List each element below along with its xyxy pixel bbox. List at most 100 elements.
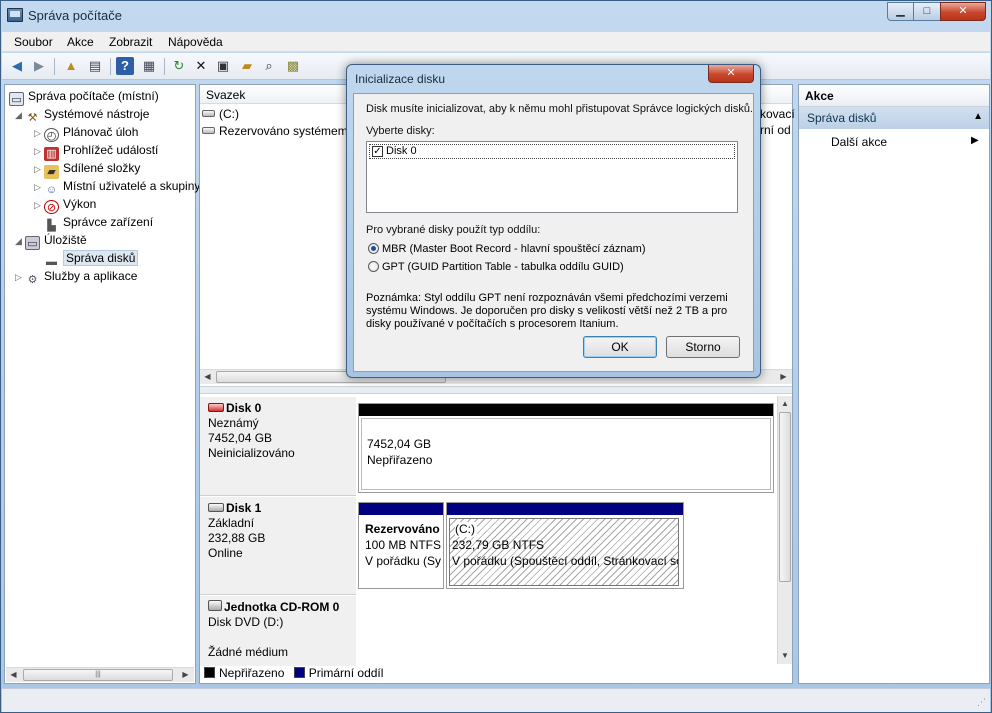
partition-name: Rezervováno (365, 522, 440, 536)
mbr-radio[interactable] (368, 243, 379, 254)
unallocated-region[interactable]: 7452,04 GB Nepřiřazeno (361, 418, 771, 490)
dialog-close-button[interactable]: ✕ (708, 65, 754, 83)
mbr-label: MBR (Master Boot Record - hlavní spouště… (382, 243, 646, 255)
volume-row[interactable]: (C:) (202, 106, 239, 122)
submenu-arrow-icon[interactable]: ▶ (971, 135, 979, 146)
clock-icon: ◴ (44, 128, 59, 142)
open-folder-icon[interactable]: ▰ (238, 57, 256, 75)
export-list-icon[interactable]: ▩ (284, 57, 302, 75)
scrollbar-thumb[interactable]: ||| (23, 669, 173, 681)
menu-help[interactable]: Nápověda (168, 35, 223, 49)
tree-item-shared-folders[interactable]: ▷ ▰ Sdílené složky (34, 159, 141, 179)
collapse-icon[interactable]: ◢ (15, 232, 25, 250)
tree-item-label: Sdílené složky (63, 161, 141, 175)
collapse-up-icon[interactable]: ▲ (973, 111, 983, 122)
menu-action[interactable]: Akce (67, 35, 94, 49)
minimize-button[interactable]: ▁ (887, 2, 914, 21)
legend-swatch-primary (293, 667, 305, 678)
expand-icon[interactable]: ▷ (34, 124, 44, 142)
performance-icon: ⊘ (44, 200, 59, 214)
menu-file[interactable]: Soubor (14, 35, 53, 49)
note-line: disky používané v počítačích s procesore… (366, 318, 619, 330)
tree-item-performance[interactable]: ▷ ⊘ Výkon (34, 195, 97, 214)
disk-list-item[interactable]: ✓ Disk 0 (369, 144, 735, 159)
gpt-radio[interactable] (368, 261, 379, 272)
tree-item-device-manager[interactable]: ▙ Správce zařízení (44, 213, 153, 232)
disk-name: Jednotka CD-ROM 0 (224, 600, 340, 614)
disk-name: Disk 1 (226, 501, 262, 515)
tree-item-disk-management[interactable]: ▬ Správa disků (44, 249, 139, 268)
note-line: Poznámka: Styl oddílu GPT není rozpoznáv… (366, 292, 728, 304)
toolbar-separator (110, 58, 111, 75)
expand-icon[interactable]: ▷ (34, 196, 44, 214)
disk-list-item-label: Disk 0 (386, 145, 417, 157)
cancel-button[interactable]: Storno (666, 336, 740, 358)
scroll-right-icon[interactable]: ▶ (178, 668, 193, 682)
title-bar[interactable]: Správa počítače ▁ □ ✕ (1, 1, 991, 31)
tree-item-label: Služby a aplikace (44, 269, 138, 283)
cdrom-0-info[interactable]: Jednotka CD-ROM 0 Disk DVD (D:) Žádné mé… (200, 596, 356, 666)
scroll-left-icon[interactable]: ◀ (6, 668, 21, 682)
tree-item-system-tools[interactable]: ◢ ⚒ Systémové nástroje (15, 105, 149, 124)
partition-reserved[interactable]: Rezervováno 100 MB NTFS V pořádku (Sy (358, 502, 444, 589)
expand-icon[interactable]: ▷ (34, 142, 44, 160)
tree-item-local-users[interactable]: ▷ ☺ Místní uživatelé a skupiny (34, 177, 200, 196)
collapse-icon[interactable]: ◢ (15, 106, 25, 124)
disk-0-info[interactable]: Disk 0 Neznámý 7452,04 GB Neinicializová… (200, 397, 356, 496)
storage-icon: ▭ (25, 236, 40, 250)
tree-horizontal-scrollbar[interactable]: ◀ ||| ▶ (6, 667, 194, 682)
expand-icon[interactable]: ▷ (34, 178, 44, 196)
actions-section-disk-management[interactable]: Správa disků ▲ (799, 107, 989, 129)
volume-row[interactable]: Rezervováno systémem (202, 123, 348, 139)
help-icon[interactable]: ? (116, 57, 134, 75)
delete-icon[interactable]: ✕ (192, 57, 210, 75)
disk-1-info[interactable]: Disk 1 Základní 232,88 GB Online (200, 497, 356, 595)
properties-pane-icon[interactable]: ▦ (140, 57, 158, 75)
tree-item-label: Plánovač úloh (63, 125, 139, 139)
menu-view[interactable]: Zobrazit (109, 35, 152, 49)
expand-icon[interactable]: ▷ (34, 160, 44, 178)
column-header-volume[interactable]: Svazek (206, 88, 245, 102)
close-button[interactable]: ✕ (940, 2, 986, 21)
scroll-down-icon[interactable]: ▼ (778, 648, 792, 663)
services-icon: ⚙ (27, 274, 38, 286)
scroll-up-icon[interactable]: ▲ (778, 396, 792, 411)
tree-item-task-scheduler[interactable]: ▷ ◴ Plánovač úloh (34, 123, 139, 142)
tree-item-label: Výkon (63, 197, 97, 211)
tree-item-storage[interactable]: ◢ ▭ Úložiště (15, 231, 87, 250)
computer-icon: ▭ (9, 92, 24, 106)
disk-list[interactable]: ✓ Disk 0 (366, 141, 738, 213)
tree-item-services[interactable]: ▷ ⚙ Služby a aplikace (15, 267, 138, 286)
ok-button[interactable]: OK (583, 336, 657, 358)
scroll-left-icon[interactable]: ◀ (200, 370, 215, 384)
forward-icon[interactable]: ▶ (30, 57, 48, 75)
show-hide-tree-icon[interactable]: ▤ (86, 57, 104, 75)
search-icon[interactable]: ⌕ (260, 57, 278, 75)
pane-splitter[interactable] (200, 386, 792, 394)
actions-pane: Akce Správa disků ▲ Další akce ▶ (798, 84, 990, 684)
more-actions-link[interactable]: Další akce (831, 135, 887, 149)
gpt-option[interactable]: GPT (GUID Partition Table - tabulka oddí… (368, 261, 624, 273)
cdrom-icon (208, 600, 222, 611)
maximize-button[interactable]: □ (913, 2, 941, 21)
partition-c[interactable]: (C:) 232,79 GB NTFS V pořádku (Spouštěcí… (446, 502, 684, 589)
mbr-option[interactable]: MBR (Master Boot Record - hlavní spouště… (368, 243, 645, 255)
dialog-title: Inicializace disku (355, 72, 446, 86)
disk-checkbox[interactable]: ✓ (372, 146, 383, 157)
refresh-icon[interactable]: ↻ (170, 57, 188, 75)
disk-view-vertical-scrollbar[interactable]: ▲ ▼ (777, 396, 792, 664)
expand-icon[interactable]: ▷ (15, 268, 25, 286)
properties-icon[interactable]: ▣ (214, 57, 232, 75)
back-icon[interactable]: ◀ (8, 57, 26, 75)
up-folder-icon[interactable]: ▲ (62, 57, 80, 75)
partition-size: 7452,04 GB (367, 437, 432, 451)
scroll-right-icon[interactable]: ▶ (776, 370, 791, 384)
primary-partition-bar (447, 503, 683, 515)
tree-item-computer-management[interactable]: ▭ Správa počítače (místní) (9, 87, 159, 106)
resize-grip-icon[interactable]: ⋰ (977, 697, 986, 708)
scrollbar-thumb[interactable] (779, 412, 791, 582)
volume-column-partial: rní od (760, 123, 791, 137)
select-disks-label: Vyberte disky: (366, 125, 435, 137)
volume-column-partial: kovací (760, 107, 795, 121)
tree-item-event-viewer[interactable]: ▷ ▥ Prohlížeč událostí (34, 141, 158, 161)
